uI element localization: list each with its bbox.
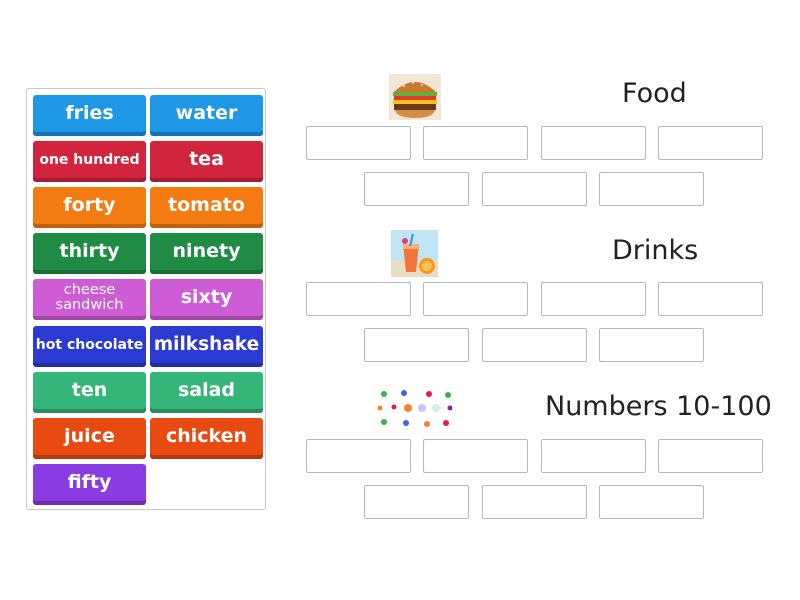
tile-hot-chocolate[interactable]: hot chocolate — [33, 326, 146, 367]
drop-slot[interactable] — [482, 172, 587, 206]
tile-thirty[interactable]: thirty — [33, 233, 146, 274]
category-title-food: Food — [622, 78, 687, 109]
tile-sixty[interactable]: sixty — [150, 279, 263, 320]
category-title-drinks: Drinks — [612, 235, 699, 266]
tile-ten[interactable]: ten — [33, 372, 146, 413]
drop-slot[interactable] — [541, 282, 646, 316]
drop-slot[interactable] — [658, 126, 763, 160]
tile-water[interactable]: water — [150, 95, 263, 136]
drop-slot[interactable] — [599, 485, 704, 519]
drop-slot[interactable] — [482, 328, 587, 362]
category-title-numbers: Numbers 10-100 — [545, 391, 772, 422]
numbers-icon — [374, 386, 458, 432]
tile-juice[interactable]: juice — [33, 418, 146, 459]
drop-slot[interactable] — [364, 485, 469, 519]
burger-icon — [389, 74, 441, 120]
tile-fifty[interactable]: fifty — [33, 464, 146, 505]
drop-slot[interactable] — [423, 439, 528, 473]
drop-slot[interactable] — [658, 282, 763, 316]
drop-slot[interactable] — [599, 172, 704, 206]
drop-slot[interactable] — [306, 439, 411, 473]
tile-one-hundred[interactable]: one hundred — [33, 141, 146, 182]
drink-icon — [391, 230, 438, 277]
tile-chicken[interactable]: chicken — [150, 418, 263, 459]
drop-slot[interactable] — [599, 328, 704, 362]
word-bank: fries water one hundred tea forty tomato… — [26, 88, 266, 510]
drop-slot[interactable] — [364, 172, 469, 206]
drop-slot[interactable] — [482, 485, 587, 519]
tile-fries[interactable]: fries — [33, 95, 146, 136]
drop-slot[interactable] — [306, 282, 411, 316]
drop-slot[interactable] — [423, 282, 528, 316]
drop-slot[interactable] — [306, 126, 411, 160]
tile-milkshake[interactable]: milkshake — [150, 326, 263, 367]
tile-ninety[interactable]: ninety — [150, 233, 263, 274]
tile-cheese-sandwich[interactable]: cheese sandwich — [33, 279, 146, 320]
tile-tomato[interactable]: tomato — [150, 187, 263, 228]
drop-slot[interactable] — [541, 439, 646, 473]
tile-forty[interactable]: forty — [33, 187, 146, 228]
drop-slot[interactable] — [541, 126, 646, 160]
tile-tea[interactable]: tea — [150, 141, 263, 182]
drop-slot[interactable] — [364, 328, 469, 362]
tile-salad[interactable]: salad — [150, 372, 263, 413]
drop-slot[interactable] — [423, 126, 528, 160]
drop-slot[interactable] — [658, 439, 763, 473]
